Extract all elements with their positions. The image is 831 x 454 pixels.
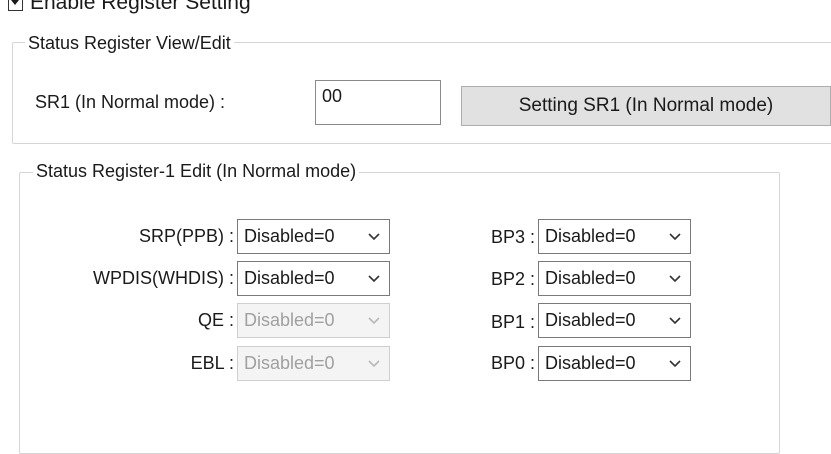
chevron-down-icon bbox=[359, 262, 389, 295]
srp-ppb-value: Disabled=0 bbox=[244, 226, 335, 246]
qe-dropdown: Disabled=0 bbox=[237, 303, 390, 338]
ebl-label: EBL : bbox=[190, 353, 234, 373]
bp3-dropdown[interactable]: Disabled=0 bbox=[538, 219, 691, 254]
ebl-dropdown: Disabled=0 bbox=[237, 346, 390, 381]
srp-ppb-dropdown[interactable]: Disabled=0 bbox=[237, 219, 390, 254]
chevron-down-icon bbox=[660, 220, 690, 253]
sr1-value-field[interactable]: 00 bbox=[315, 80, 441, 125]
chevron-down-icon bbox=[359, 220, 389, 253]
bp2-value: Disabled=0 bbox=[545, 268, 636, 288]
qe-label: QE : bbox=[197, 310, 234, 330]
srp-ppb-label: SRP(PPB) : bbox=[138, 226, 234, 246]
chevron-down-icon bbox=[660, 304, 690, 337]
status-register-1-edit-legend: Status Register-1 Edit (In Normal mode) bbox=[33, 160, 360, 182]
chevron-down-icon bbox=[660, 262, 690, 295]
wpdis-whdis-dropdown[interactable]: Disabled=0 bbox=[237, 261, 390, 296]
wpdis-whdis-value: Disabled=0 bbox=[244, 268, 335, 288]
wpdis-whdis-label: WPDIS(WHDIS) : bbox=[93, 268, 234, 288]
bp0-value: Disabled=0 bbox=[545, 353, 636, 373]
bp1-dropdown[interactable]: Disabled=0 bbox=[538, 303, 691, 338]
sr1-label: SR1 (In Normal mode) : bbox=[35, 92, 226, 112]
ebl-value: Disabled=0 bbox=[244, 353, 335, 373]
bp3-value: Disabled=0 bbox=[545, 226, 636, 246]
chevron-down-icon bbox=[660, 347, 690, 380]
bp0-dropdown[interactable]: Disabled=0 bbox=[538, 346, 691, 381]
bp1-value: Disabled=0 bbox=[545, 310, 636, 330]
bp0-label: BP0 : bbox=[490, 353, 535, 373]
bp2-label: BP2 : bbox=[490, 269, 535, 289]
setting-sr1-button[interactable]: Setting SR1 (In Normal mode) bbox=[461, 86, 831, 126]
bp1-label: BP1 : bbox=[490, 312, 535, 332]
enable-register-setting-label: Enable Register Setting bbox=[30, 0, 251, 14]
chevron-down-icon bbox=[359, 347, 389, 380]
chevron-down-icon bbox=[359, 304, 389, 337]
bp2-dropdown[interactable]: Disabled=0 bbox=[538, 261, 691, 296]
enable-register-setting-checkbox[interactable]: Enable Register Setting bbox=[8, 0, 251, 15]
bp3-label: BP3 : bbox=[490, 227, 535, 247]
checkbox-box[interactable] bbox=[8, 0, 23, 11]
qe-value: Disabled=0 bbox=[244, 310, 335, 330]
status-register-group-legend: Status Register View/Edit bbox=[25, 32, 234, 54]
